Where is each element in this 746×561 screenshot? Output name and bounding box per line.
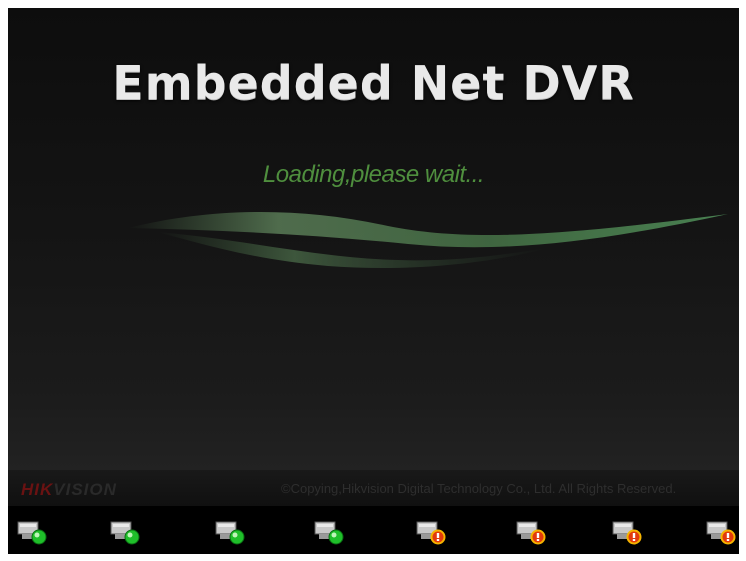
hdd-ok-icon	[110, 521, 140, 545]
app-title: Embedded Net DVR	[112, 56, 635, 110]
dvr-boot-screen: Embedded Net DVR Loading,please wait... …	[8, 8, 739, 554]
hikvision-logo: HIKVISION	[21, 480, 117, 499]
hdd-ok-icon	[215, 521, 245, 545]
hdd-error-icon	[612, 521, 642, 545]
hdd-error-icon	[706, 521, 736, 545]
copyright-text: ©Copying,Hikvision Digital Technology Co…	[281, 481, 677, 496]
hdd-error-icon	[516, 521, 546, 545]
loading-swoosh-graphic	[128, 211, 728, 268]
hdd-error-icon	[416, 521, 446, 545]
loading-message: Loading,please wait...	[262, 161, 485, 188]
hdd-ok-icon	[314, 521, 344, 545]
hdd-ok-icon	[17, 521, 47, 545]
